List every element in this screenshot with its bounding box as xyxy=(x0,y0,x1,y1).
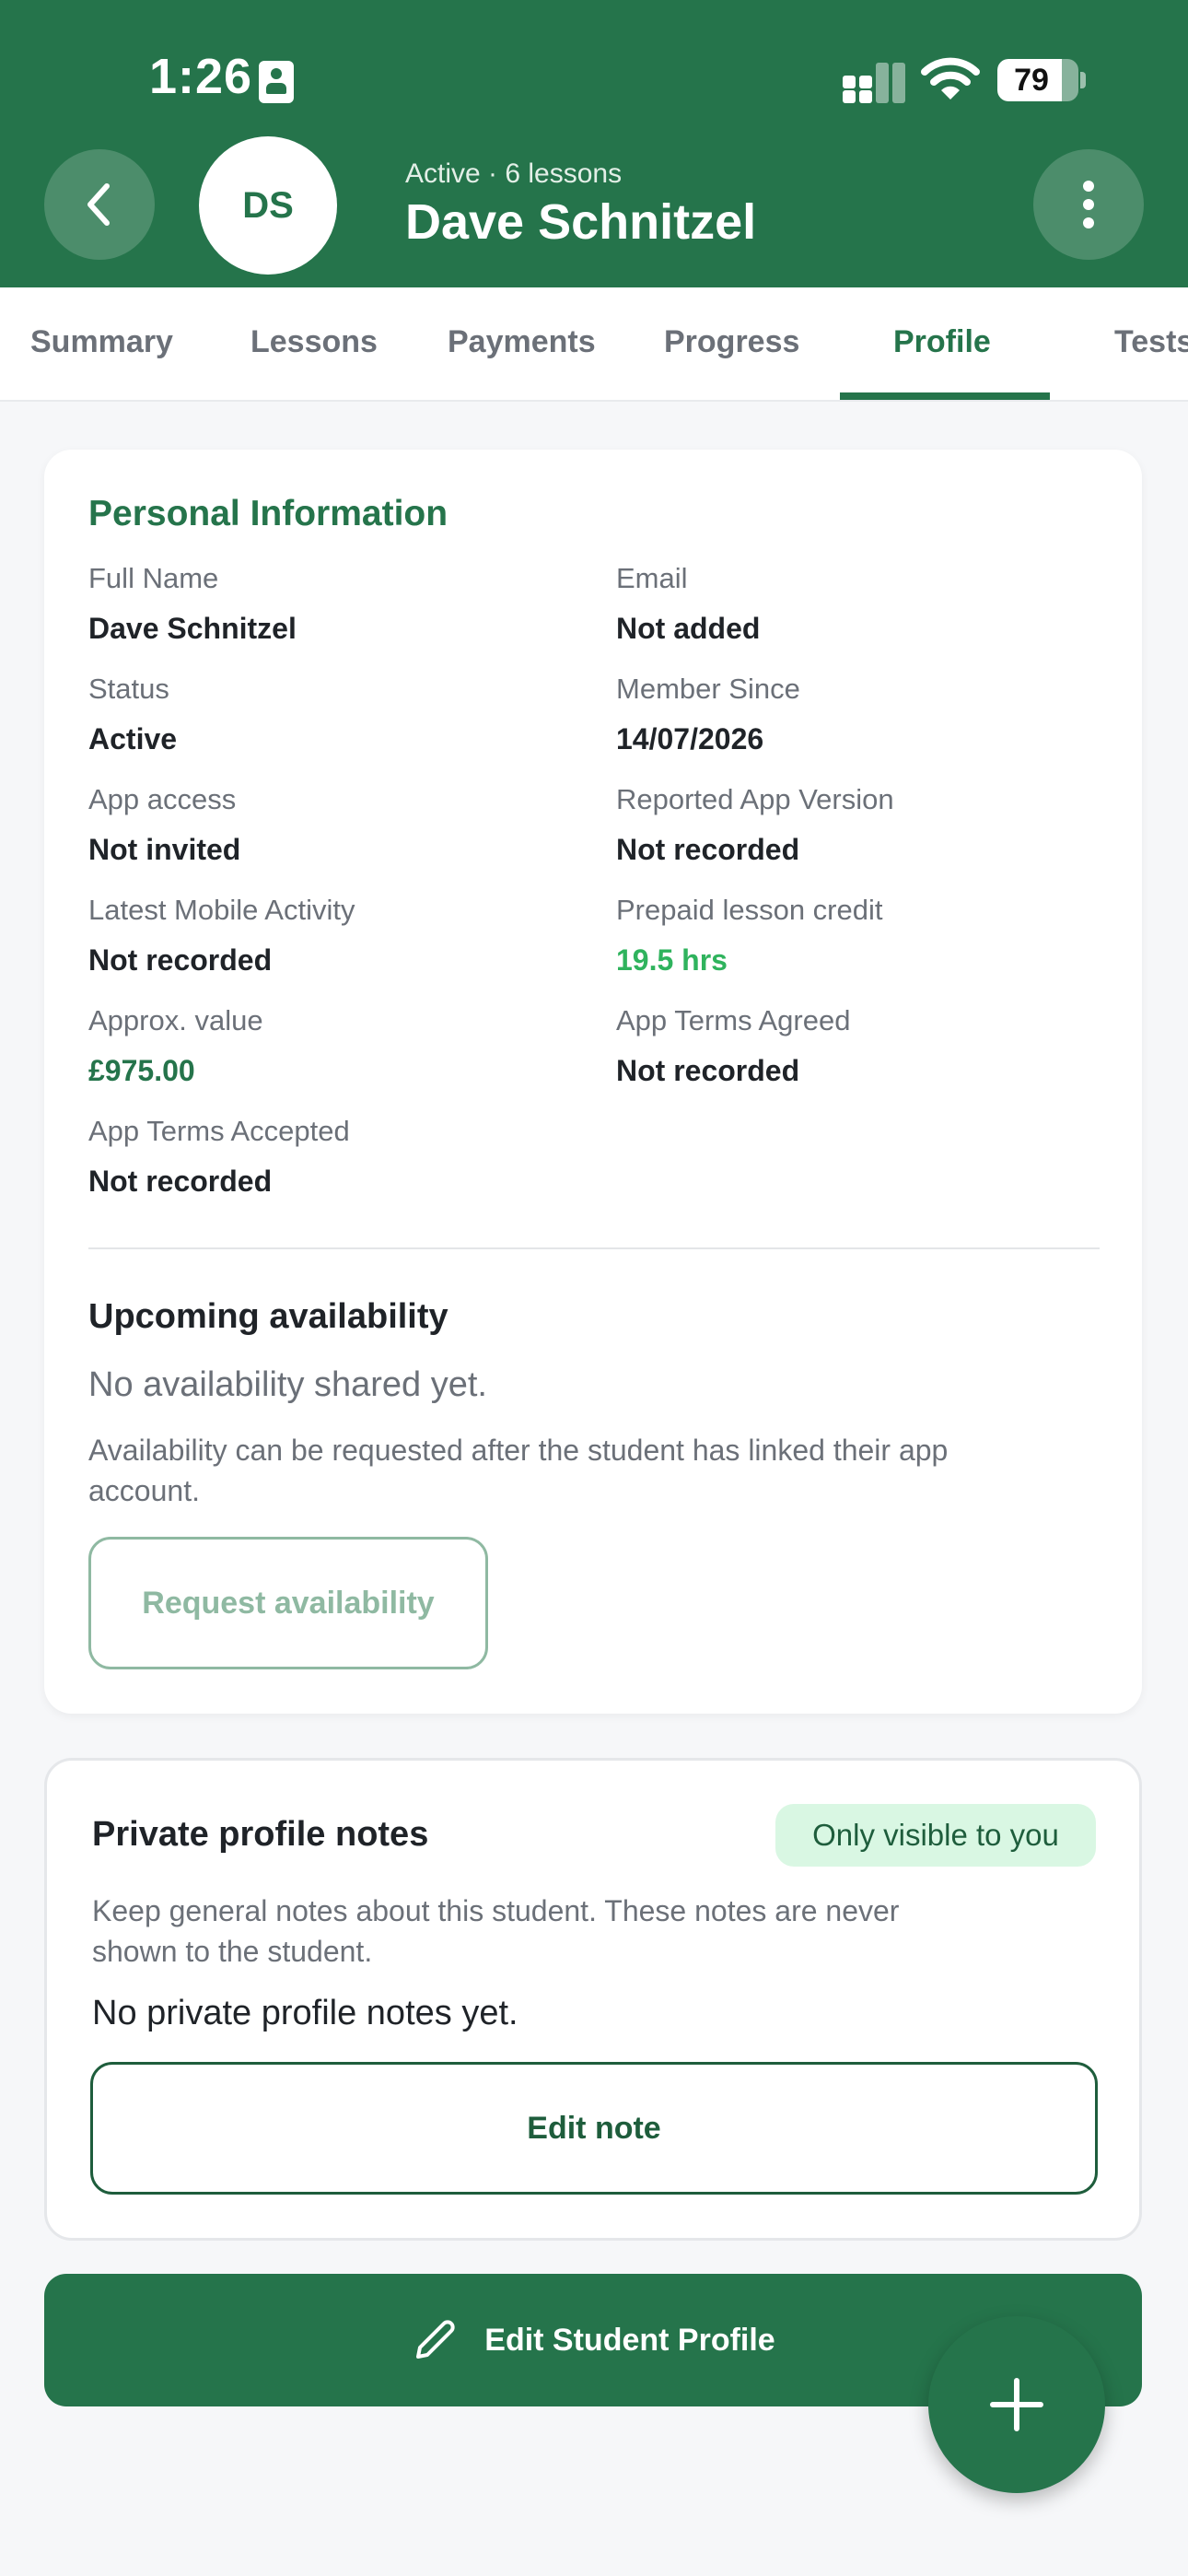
cellular-signal-icon xyxy=(843,63,907,103)
field-value: 14/07/2026 xyxy=(616,722,764,755)
field-label: Member Since xyxy=(616,673,800,705)
battery-icon: 79 xyxy=(997,59,1078,101)
chevron-left-icon xyxy=(87,183,110,226)
more-vertical-icon xyxy=(1083,181,1094,228)
request-availability-button[interactable]: Request availability xyxy=(88,1537,488,1669)
visibility-badge: Only visible to you xyxy=(775,1804,1096,1867)
status-time: 1:26 xyxy=(149,49,253,104)
field-value: Not invited xyxy=(88,833,241,866)
field-value: Not added xyxy=(616,612,761,645)
field-value: Active xyxy=(88,722,178,755)
tab-lessons[interactable]: Lessons xyxy=(250,287,378,400)
edit-student-profile-label: Edit Student Profile xyxy=(484,2322,775,2358)
field-label: Full Name xyxy=(88,562,219,594)
field-label: Prepaid lesson credit xyxy=(616,894,883,926)
contact-card-icon xyxy=(259,61,294,103)
tab-progress[interactable]: Progress xyxy=(664,287,799,400)
tab-profile[interactable]: Profile xyxy=(893,287,991,400)
field-label: Reported App Version xyxy=(616,783,894,815)
student-status-summary: Active · 6 lessons xyxy=(405,158,623,189)
field-value: Not recorded xyxy=(616,1054,800,1087)
app-header: 1:26 79 DS Active · 6 lessons Dave Schni… xyxy=(0,0,1188,287)
divider xyxy=(88,1247,1100,1249)
edit-note-button[interactable]: Edit note xyxy=(90,2062,1098,2195)
notes-desc-line1: Keep general notes about this student. T… xyxy=(92,1894,900,1927)
field-value: Not recorded xyxy=(88,1165,273,1198)
tab-summary[interactable]: Summary xyxy=(30,287,173,400)
field-label: App access xyxy=(88,783,237,815)
field-label: Email xyxy=(616,562,688,594)
battery-percent: 79 xyxy=(1014,63,1049,98)
availability-hint-line2: account. xyxy=(88,1474,200,1507)
field-value: Dave Schnitzel xyxy=(88,612,297,645)
tab-bar: Summary Lessons Payments Progress Profil… xyxy=(0,287,1188,402)
tab-payments[interactable]: Payments xyxy=(448,287,596,400)
page-title: Dave Schnitzel xyxy=(405,194,757,250)
battery-tip xyxy=(1080,72,1086,88)
personal-information-card: Personal Information Full Name Dave Schn… xyxy=(44,450,1142,1714)
wifi-icon xyxy=(921,57,980,100)
active-tab-indicator xyxy=(840,392,1050,400)
availability-hint-line1: Availability can be requested after the … xyxy=(88,1434,949,1467)
avatar: DS xyxy=(199,136,337,275)
more-options-button[interactable] xyxy=(1033,149,1144,260)
field-label: Latest Mobile Activity xyxy=(88,894,355,926)
approx-value: £975.00 xyxy=(88,1054,195,1087)
availability-empty-text: No availability shared yet. xyxy=(88,1365,487,1404)
notes-desc-line2: shown to the student. xyxy=(92,1935,373,1968)
notes-title: Private profile notes xyxy=(92,1815,429,1854)
field-label: App Terms Agreed xyxy=(616,1004,851,1036)
field-label: Status xyxy=(88,673,169,705)
notes-empty-text: No private profile notes yet. xyxy=(92,1994,518,2032)
prepaid-credit-value: 19.5 hrs xyxy=(616,943,728,977)
plus-icon xyxy=(990,2378,1043,2431)
field-value: Not recorded xyxy=(616,833,800,866)
add-fab-button[interactable] xyxy=(928,2316,1105,2493)
pencil-icon xyxy=(416,2320,455,2359)
tab-tests[interactable]: Tests xyxy=(1114,287,1188,400)
availability-title: Upcoming availability xyxy=(88,1297,448,1336)
back-button[interactable] xyxy=(44,149,155,260)
section-title: Personal Information xyxy=(88,494,448,533)
field-label: App Terms Accepted xyxy=(88,1115,350,1147)
field-label: Approx. value xyxy=(88,1004,263,1036)
field-value: Not recorded xyxy=(88,943,273,977)
